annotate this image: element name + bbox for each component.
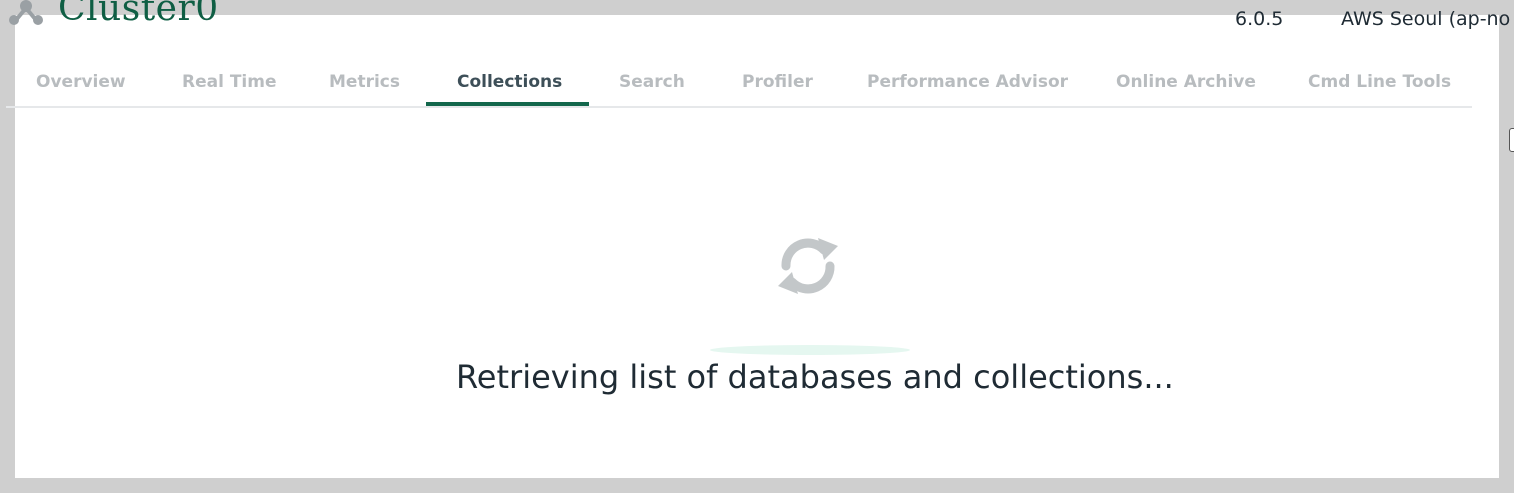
refresh-icon [778,238,838,294]
edge-control[interactable] [1509,128,1514,152]
tab-overview[interactable]: Overview [36,72,126,92]
tab-search[interactable]: Search [619,72,685,92]
cluster-version: 6.0.5 [1235,8,1284,30]
cluster-tabs: Overview Real Time Metrics Collections S… [6,62,1472,108]
active-tab-indicator [426,102,589,106]
spinner-shadow [710,345,910,355]
tab-metrics[interactable]: Metrics [329,72,400,92]
cluster-header: Cluster0 6.0.5 AWS Seoul (ap-no [0,0,1514,40]
tab-online-archive[interactable]: Online Archive [1116,72,1256,92]
tab-collections[interactable]: Collections [457,72,562,92]
tab-profiler[interactable]: Profiler [742,72,813,92]
tab-cmd-line-tools[interactable]: Cmd Line Tools [1308,72,1451,92]
cluster-name: Cluster0 [58,0,219,29]
tab-real-time[interactable]: Real Time [182,72,277,92]
cluster-region: AWS Seoul (ap-no [1341,8,1511,30]
tab-performance-advisor[interactable]: Performance Advisor [867,72,1068,92]
loading-message: Retrieving list of databases and collect… [456,358,1174,396]
cluster-icon [9,0,43,25]
